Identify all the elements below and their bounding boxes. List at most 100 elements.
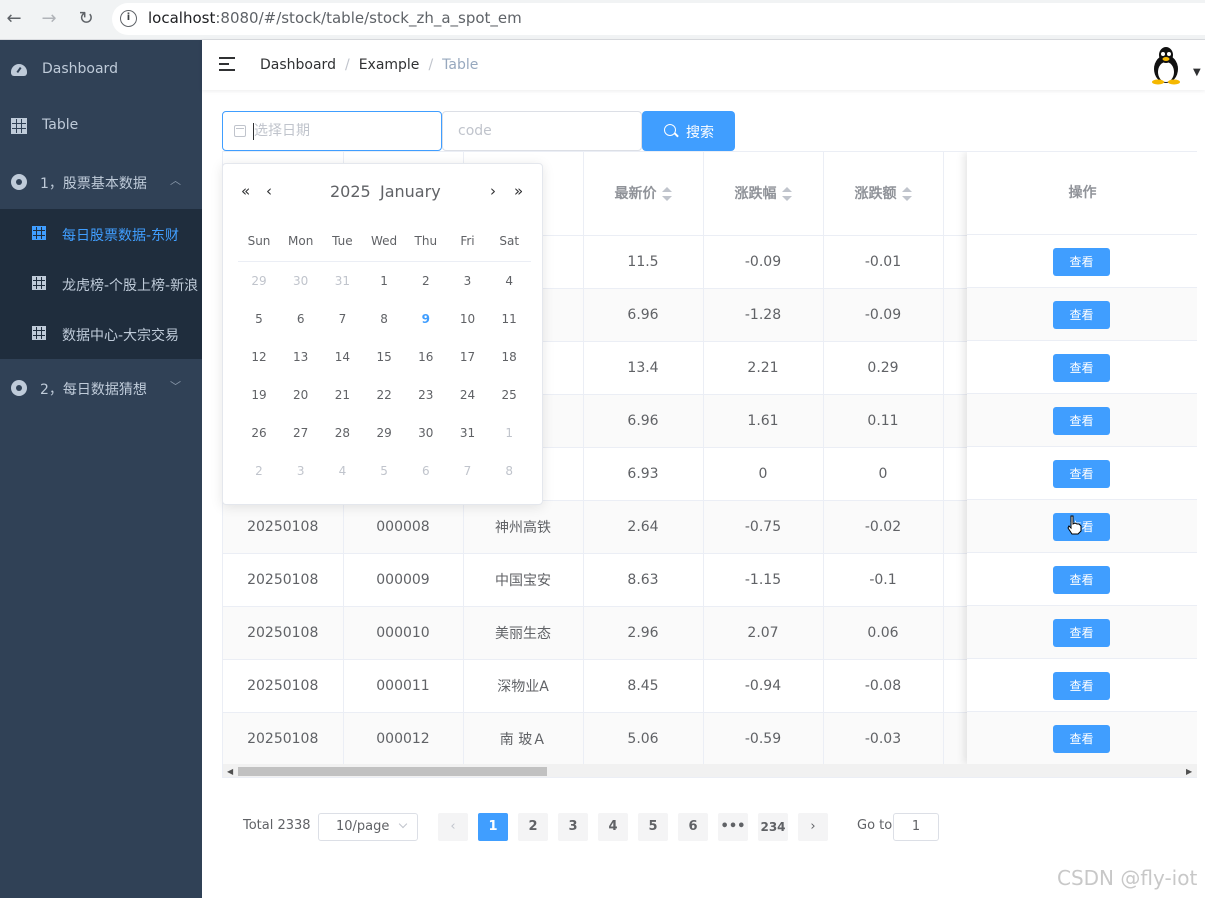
page-button[interactable]: 6 bbox=[678, 813, 708, 841]
page-button[interactable]: 5 bbox=[638, 813, 668, 841]
search-button[interactable]: 搜索 bbox=[642, 111, 735, 151]
picker-month[interactable]: January bbox=[380, 182, 441, 201]
view-button[interactable]: 查看 bbox=[1053, 619, 1110, 647]
next-year-icon[interactable]: » bbox=[514, 182, 523, 200]
view-button[interactable]: 查看 bbox=[1053, 407, 1110, 435]
sort-icon[interactable] bbox=[901, 187, 912, 202]
date-picker-input[interactable] bbox=[222, 111, 442, 151]
breadcrumb-dashboard[interactable]: Dashboard bbox=[260, 57, 336, 73]
calendar-day[interactable]: 31 bbox=[453, 421, 483, 445]
calendar-day[interactable]: 14 bbox=[327, 345, 357, 369]
caret-down-icon[interactable]: ▼ bbox=[1193, 67, 1201, 78]
calendar-day[interactable]: 29 bbox=[244, 269, 274, 293]
calendar-day[interactable]: 5 bbox=[369, 459, 399, 483]
calendar-day[interactable]: 28 bbox=[327, 421, 357, 445]
page-button[interactable]: 1 bbox=[478, 813, 508, 841]
calendar-day[interactable]: 6 bbox=[411, 459, 441, 483]
back-arrow-icon[interactable]: ← bbox=[1, 6, 27, 32]
sidebar-item-daily-guess[interactable]: 2，每日数据猜想 ﹀ bbox=[0, 360, 202, 416]
date-field[interactable] bbox=[254, 121, 434, 141]
column-header-latest-price[interactable]: 最新价 bbox=[583, 152, 704, 236]
calendar-day[interactable]: 12 bbox=[244, 345, 274, 369]
code-field[interactable] bbox=[458, 121, 628, 141]
sidebar-item-stock-basic[interactable]: 1，股票基本数据 ︿ bbox=[0, 154, 202, 210]
calendar-day[interactable]: 29 bbox=[369, 421, 399, 445]
calendar-day[interactable]: 4 bbox=[327, 459, 357, 483]
breadcrumb-example[interactable]: Example bbox=[359, 57, 420, 73]
prev-page-button[interactable]: ‹ bbox=[438, 813, 468, 841]
site-info-icon[interactable]: i bbox=[120, 10, 137, 27]
sidebar-subitem-block-trade[interactable]: 数据中心-大宗交易 bbox=[0, 309, 202, 359]
scrollbar-thumb[interactable] bbox=[238, 767, 547, 776]
avatar[interactable] bbox=[1146, 45, 1186, 85]
calendar-day[interactable]: 18 bbox=[494, 345, 524, 369]
calendar-day[interactable]: 8 bbox=[494, 459, 524, 483]
calendar-day[interactable]: 13 bbox=[286, 345, 316, 369]
column-header-change-amt[interactable]: 涨跌额 bbox=[823, 152, 944, 236]
sidebar-subitem-daily-eastmoney[interactable]: 每日股票数据-东财 bbox=[0, 209, 202, 259]
calendar-day[interactable]: 21 bbox=[327, 383, 357, 407]
calendar-day[interactable]: 15 bbox=[369, 345, 399, 369]
calendar-day[interactable]: 26 bbox=[244, 421, 274, 445]
view-button[interactable]: 查看 bbox=[1053, 248, 1110, 276]
scroll-right-icon[interactable]: ▶ bbox=[1186, 767, 1192, 776]
calendar-day[interactable]: 6 bbox=[286, 307, 316, 331]
page-button[interactable]: 2 bbox=[518, 813, 548, 841]
calendar-day[interactable]: 19 bbox=[244, 383, 274, 407]
page-button[interactable]: 3 bbox=[558, 813, 588, 841]
forward-arrow-icon[interactable]: → bbox=[36, 6, 62, 32]
calendar-day[interactable]: 2 bbox=[244, 459, 274, 483]
calendar-day[interactable]: 10 bbox=[453, 307, 483, 331]
calendar-day[interactable]: 5 bbox=[244, 307, 274, 331]
calendar-day[interactable]: 7 bbox=[327, 307, 357, 331]
calendar-day[interactable]: 17 bbox=[453, 345, 483, 369]
code-input[interactable] bbox=[442, 111, 642, 151]
hamburger-icon[interactable] bbox=[219, 56, 237, 72]
calendar-day[interactable]: 7 bbox=[453, 459, 483, 483]
picker-year[interactable]: 2025 bbox=[330, 182, 371, 201]
calendar-day[interactable]: 3 bbox=[286, 459, 316, 483]
calendar-day[interactable]: 22 bbox=[369, 383, 399, 407]
view-button[interactable]: 查看 bbox=[1053, 725, 1110, 753]
page-button[interactable]: 234 bbox=[758, 813, 788, 841]
reload-icon[interactable]: ↻ bbox=[73, 6, 99, 32]
sidebar-item-table[interactable]: Table bbox=[0, 98, 202, 154]
calendar-day[interactable]: 1 bbox=[494, 421, 524, 445]
sidebar-item-dashboard[interactable]: Dashboard bbox=[0, 42, 202, 98]
next-page-button[interactable]: › bbox=[798, 813, 828, 841]
view-button[interactable]: 查看 bbox=[1053, 566, 1110, 594]
calendar-day[interactable]: 23 bbox=[411, 383, 441, 407]
calendar-day[interactable]: 8 bbox=[369, 307, 399, 331]
sort-icon[interactable] bbox=[781, 187, 792, 202]
calendar-day[interactable]: 30 bbox=[286, 269, 316, 293]
view-button[interactable]: 查看 bbox=[1053, 301, 1110, 329]
calendar-day[interactable]: 20 bbox=[286, 383, 316, 407]
calendar-day[interactable]: 30 bbox=[411, 421, 441, 445]
prev-year-icon[interactable]: « bbox=[241, 182, 250, 200]
calendar-day[interactable]: 3 bbox=[453, 269, 483, 293]
view-button[interactable]: 查看 bbox=[1053, 354, 1110, 382]
page-size-select[interactable]: 10/page bbox=[318, 813, 418, 841]
more-pages-icon[interactable]: ••• bbox=[718, 813, 748, 841]
goto-page-input[interactable]: 1 bbox=[893, 813, 939, 841]
view-button[interactable]: 查看 bbox=[1053, 672, 1110, 700]
scroll-left-icon[interactable]: ◀ bbox=[227, 767, 233, 776]
sort-icon[interactable] bbox=[661, 187, 672, 202]
calendar-day[interactable]: 11 bbox=[494, 307, 524, 331]
page-button[interactable]: 4 bbox=[598, 813, 628, 841]
column-header-change-pct[interactable]: 涨跌幅 bbox=[703, 152, 824, 236]
calendar-day[interactable]: 24 bbox=[453, 383, 483, 407]
calendar-day[interactable]: 9 bbox=[411, 307, 441, 331]
calendar-day[interactable]: 25 bbox=[494, 383, 524, 407]
calendar-day[interactable]: 1 bbox=[369, 269, 399, 293]
calendar-day[interactable]: 2 bbox=[411, 269, 441, 293]
prev-month-icon[interactable]: ‹ bbox=[266, 182, 272, 200]
address-bar[interactable]: i localhost:8080/#/stock/table/stock_zh_… bbox=[112, 3, 1205, 35]
view-button[interactable]: 查看 bbox=[1053, 460, 1110, 488]
next-month-icon[interactable]: › bbox=[490, 182, 496, 200]
calendar-day[interactable]: 27 bbox=[286, 421, 316, 445]
sidebar-subitem-dragon-tiger[interactable]: 龙虎榜-个股上榜-新浪 bbox=[0, 259, 202, 309]
calendar-day[interactable]: 31 bbox=[327, 269, 357, 293]
horizontal-scrollbar[interactable]: ◀ ▶ bbox=[223, 764, 1197, 777]
calendar-day[interactable]: 4 bbox=[494, 269, 524, 293]
